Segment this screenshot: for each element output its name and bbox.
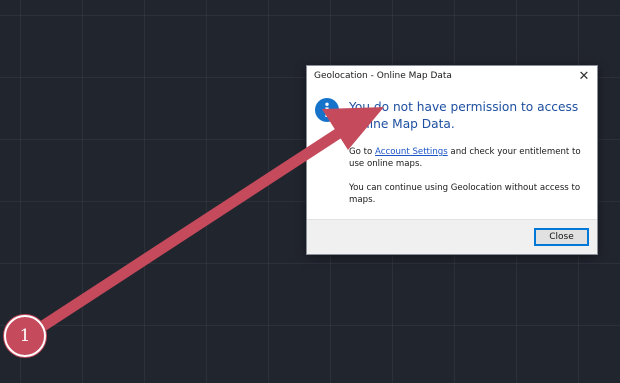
dialog-message-continue: You can continue using Geolocation witho… <box>349 183 581 205</box>
dialog-message-account-settings: Go to Account Settings and check your en… <box>349 147 594 170</box>
close-button[interactable]: Close <box>534 228 589 246</box>
dialog-footer: Close <box>307 219 597 254</box>
account-settings-link[interactable]: Account Settings <box>375 147 448 157</box>
dialog-titlebar: Geolocation - Online Map Data ✕ <box>307 66 597 88</box>
message-text-before-link: Go to <box>349 147 376 157</box>
info-icon <box>315 98 339 122</box>
dialog-heading: You do not have permission to access Onl… <box>349 100 579 131</box>
dialog-title: Geolocation - Online Map Data <box>314 71 452 81</box>
close-icon[interactable]: ✕ <box>575 68 593 86</box>
step-number-badge: 1 <box>4 315 46 357</box>
geolocation-dialog: Geolocation - Online Map Data ✕ You do n… <box>306 65 598 255</box>
callout-arrow-shaft <box>22 126 346 342</box>
